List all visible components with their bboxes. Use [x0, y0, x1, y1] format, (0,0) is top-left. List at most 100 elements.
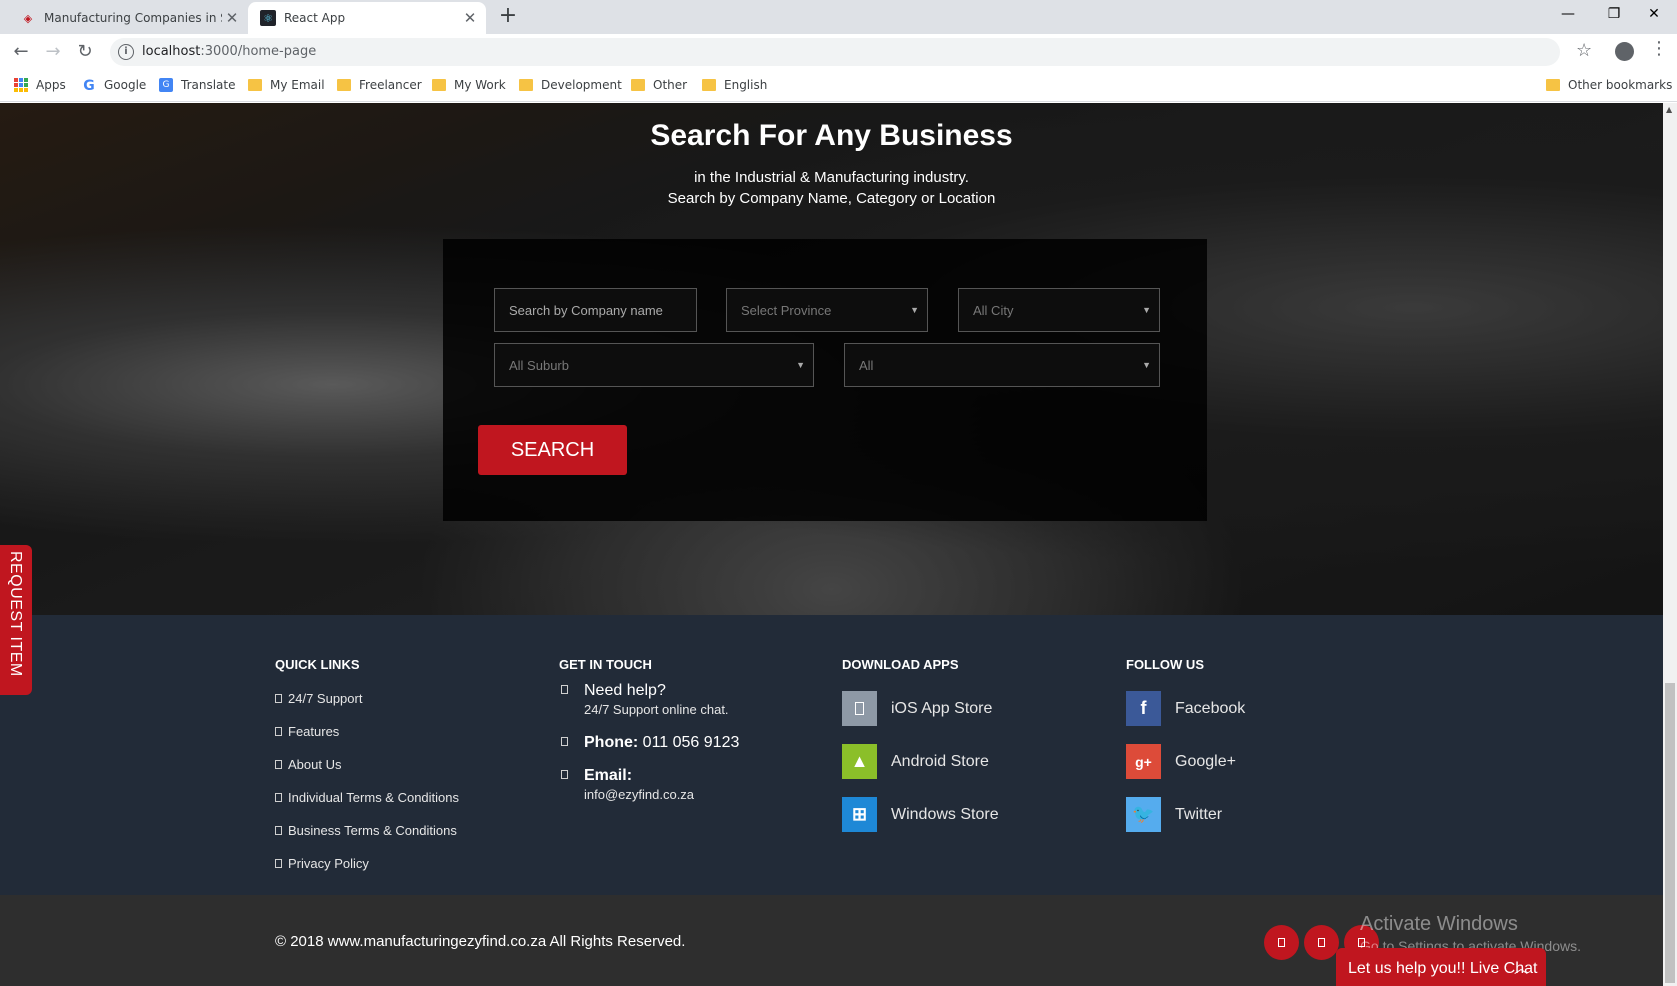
- apple-icon: [842, 691, 877, 726]
- bookmark-label: Apps: [36, 78, 66, 92]
- email-label: Email:: [584, 767, 633, 784]
- phone-value[interactable]: 011 056 9123: [643, 734, 740, 751]
- email-value[interactable]: info@ezyfind.co.za: [584, 787, 739, 802]
- get-in-touch-title: GET IN TOUCH: [559, 657, 652, 672]
- suburb-select[interactable]: All Suburb ▼: [494, 343, 814, 387]
- footer-link-about-us[interactable]: About Us: [275, 748, 459, 781]
- request-item-label: REQUEST ITEM: [7, 551, 24, 677]
- social-circle-button[interactable]: [1304, 925, 1339, 960]
- live-chat-label: Let us help you!! Live Chat: [1348, 960, 1538, 977]
- react-favicon-icon: ⚛: [260, 10, 276, 26]
- province-select[interactable]: Select Province ▼: [726, 288, 928, 332]
- bookmark-google[interactable]: G Google: [82, 78, 147, 94]
- search-button[interactable]: SEARCH: [478, 425, 627, 475]
- link-bullet-icon: [275, 859, 282, 868]
- tab-react-app[interactable]: ⚛ React App ✕: [248, 2, 486, 34]
- site-info-icon[interactable]: i: [118, 44, 134, 60]
- category-select[interactable]: All ▼: [844, 343, 1160, 387]
- bookmark-label: Development: [541, 78, 622, 92]
- footer-link-privacy-policy[interactable]: Privacy Policy: [275, 847, 459, 880]
- close-tab-icon[interactable]: ✕: [460, 9, 480, 27]
- url-text: localhost:3000/home-page: [142, 44, 316, 59]
- link-bullet-icon: [275, 793, 282, 802]
- scrollbar-thumb[interactable]: [1665, 683, 1675, 983]
- search-panel: Select Province ▼ All City ▼ All Suburb …: [443, 239, 1207, 521]
- company-search-field[interactable]: [494, 288, 697, 332]
- windows-store-link[interactable]: ⊞ Windows Store: [842, 788, 999, 841]
- ios-app-store-link[interactable]: iOS App Store: [842, 682, 999, 735]
- link-bullet-icon: [275, 760, 282, 769]
- footer-link-features[interactable]: Features: [275, 715, 459, 748]
- facebook-link[interactable]: f Facebook: [1126, 682, 1245, 735]
- site-favicon-icon: ◈: [23, 11, 33, 25]
- company-search-input[interactable]: [509, 302, 682, 318]
- page-scrollbar[interactable]: ▲: [1663, 103, 1677, 986]
- footer-link-support[interactable]: 24/7 Support: [275, 682, 459, 715]
- app-store-label: Windows Store: [891, 805, 999, 823]
- google-plus-link[interactable]: g+ Google+: [1126, 735, 1245, 788]
- hero-subtitle-line1: in the Industrial & Manufacturing indust…: [694, 169, 969, 186]
- reload-button[interactable]: ↻: [73, 40, 97, 64]
- bookmark-star-icon[interactable]: ☆: [1576, 40, 1592, 61]
- facebook-icon: f: [1126, 691, 1161, 726]
- close-tab-icon[interactable]: ✕: [222, 9, 242, 27]
- footer-link-business-terms[interactable]: Business Terms & Conditions: [275, 814, 459, 847]
- bookmark-other[interactable]: Other: [631, 78, 687, 92]
- other-bookmarks[interactable]: Other bookmarks: [1546, 78, 1672, 92]
- bookmark-development[interactable]: Development: [519, 78, 622, 92]
- request-item-tab[interactable]: REQUEST ITEM: [0, 545, 32, 695]
- link-bullet-icon: [275, 826, 282, 835]
- live-chat-button[interactable]: Let us help you!! Live Chat ︿: [1336, 948, 1546, 986]
- forward-button[interactable]: →: [41, 40, 65, 64]
- site-footer: QUICK LINKS 24/7 Support Features About …: [0, 615, 1663, 895]
- category-select-value: All: [859, 357, 874, 373]
- google-plus-icon: g+: [1126, 744, 1161, 779]
- chat-icon: [561, 685, 568, 694]
- twitter-link[interactable]: 🐦 Twitter: [1126, 788, 1245, 841]
- tab-manufacturing-companies[interactable]: ◈ Manufacturing Companies in Sou ✕: [8, 2, 248, 34]
- footer-link-individual-terms[interactable]: Individual Terms & Conditions: [275, 781, 459, 814]
- bookmark-freelancer[interactable]: Freelancer: [337, 78, 422, 92]
- apps-grid-icon: [14, 78, 28, 92]
- profile-avatar-icon[interactable]: [1615, 42, 1634, 61]
- bookmark-my-email[interactable]: My Email: [248, 78, 325, 92]
- social-circle-button[interactable]: [1264, 925, 1299, 960]
- hero-search-section: Search For Any Business in the Industria…: [0, 103, 1663, 615]
- folder-icon: [432, 79, 446, 91]
- folder-icon: [631, 79, 645, 91]
- download-apps-title: DOWNLOAD APPS: [842, 657, 959, 672]
- link-bullet-icon: [275, 727, 282, 736]
- hero-title: Search For Any Business: [650, 119, 1013, 152]
- phone-icon: [561, 737, 568, 746]
- close-window-button[interactable]: ✕: [1631, 0, 1677, 30]
- folder-icon: [337, 79, 351, 91]
- bookmark-translate[interactable]: G Translate: [159, 78, 236, 92]
- tab-title: React App: [284, 11, 346, 25]
- folder-icon: [1546, 79, 1560, 91]
- app-store-label: iOS App Store: [891, 699, 993, 717]
- bookmark-label: Translate: [181, 78, 236, 92]
- email-icon: [561, 770, 568, 779]
- translate-icon: G: [159, 78, 173, 92]
- hero-subtitle: in the Industrial & Manufacturing indust…: [0, 167, 1663, 209]
- new-tab-button[interactable]: +: [496, 5, 520, 29]
- city-select[interactable]: All City ▼: [958, 288, 1160, 332]
- google-icon: G: [83, 78, 95, 94]
- bookmark-apps[interactable]: Apps: [14, 78, 66, 92]
- url-bar[interactable]: i localhost:3000/home-page: [110, 38, 1560, 66]
- folder-icon: [248, 79, 262, 91]
- browser-menu-icon[interactable]: ⋮: [1650, 38, 1668, 59]
- footer-link-label: 24/7 Support: [288, 691, 363, 706]
- bookmark-label: My Email: [270, 78, 325, 92]
- url-host: localhost: [142, 44, 201, 59]
- bookmark-english[interactable]: English: [702, 78, 767, 92]
- twitter-icon: 🐦: [1126, 797, 1161, 832]
- scroll-up-arrow-icon[interactable]: ▲: [1666, 105, 1672, 114]
- social-circle-icon: [1318, 938, 1325, 947]
- minimize-window-button[interactable]: —: [1545, 0, 1591, 30]
- social-label: Google+: [1175, 752, 1236, 770]
- bookmark-label: Google: [104, 78, 147, 92]
- back-button[interactable]: ←: [9, 40, 33, 64]
- bookmark-my-work[interactable]: My Work: [432, 78, 506, 92]
- android-store-link[interactable]: ▲ Android Store: [842, 735, 999, 788]
